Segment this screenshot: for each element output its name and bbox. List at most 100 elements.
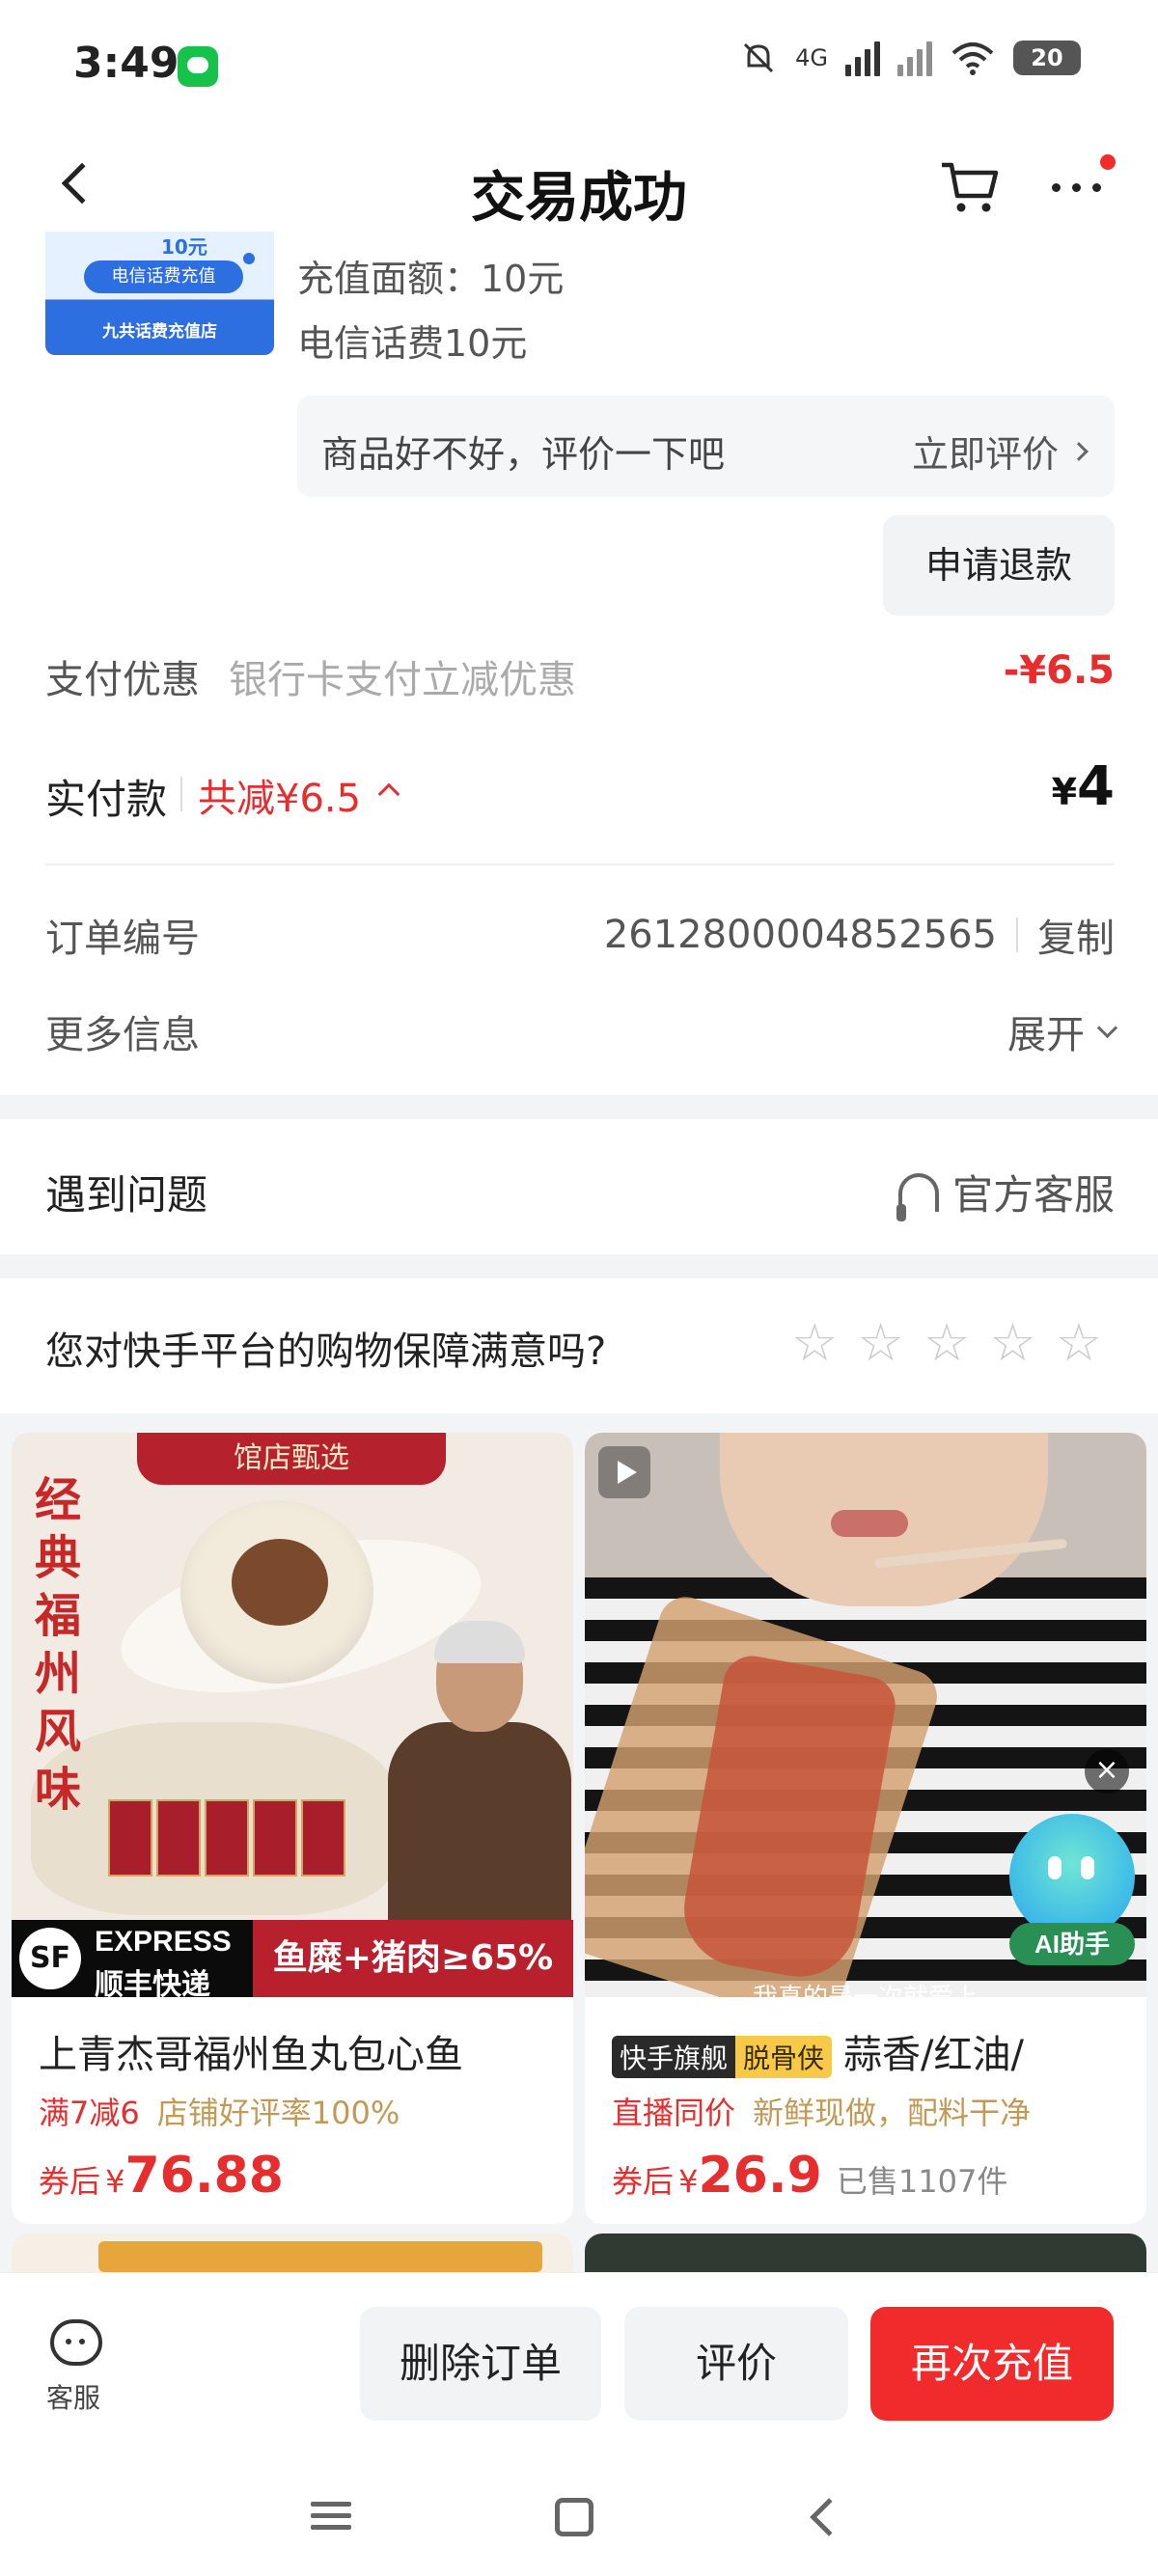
package-box [108, 1799, 152, 1877]
copy-button[interactable]: 复制 [1037, 907, 1115, 963]
rating-tag: 店铺好评率100% [156, 2095, 400, 2131]
paid-total: ¥4 [1052, 755, 1115, 818]
more-info-row: 更多信息 展开 [45, 1003, 1118, 1061]
product-video[interactable]: × AI助手 我真的是一次就爱上 [585, 1433, 1146, 1997]
order-number-label: 订单编号 [45, 917, 200, 961]
star-icon[interactable]: ☆ [924, 1317, 970, 1369]
status-icons: 4G 20 [739, 39, 1081, 77]
delete-order-button[interactable]: 删除订单 [360, 2307, 601, 2421]
paid-amount: 4 [1077, 755, 1115, 818]
message-icon [178, 46, 218, 87]
promo-tag: 直播同价 [612, 2095, 736, 2131]
product-card-peek[interactable] [585, 2233, 1146, 2272]
product-title-text: 蒜香/红油/ [843, 2033, 1024, 2077]
expand-label: 展开 [1007, 1013, 1085, 1057]
divider [180, 777, 182, 811]
official-service-link[interactable]: 官方客服 [896, 1163, 1115, 1221]
home-icon[interactable] [555, 2498, 593, 2536]
review-prompt[interactable]: 商品好不好，评价一下吧 立即评价 [297, 396, 1115, 497]
chevron-right-icon [1069, 441, 1089, 461]
package-box [253, 1799, 297, 1877]
paid-saved[interactable]: 共减¥6.5 [198, 767, 361, 823]
product-title[interactable]: 快手旗舰 脱骨侠 蒜香/红油/ [612, 2023, 1024, 2079]
play-icon[interactable] [598, 1446, 650, 1498]
divider [45, 863, 1115, 865]
ingredient-banner: 鱼糜+猪肉≥65% [253, 1920, 573, 1997]
divider [1016, 918, 1018, 952]
spec-name: 电信话费10元 [297, 322, 528, 365]
spokesperson-figure [388, 1621, 571, 1954]
selection-banner: 馆店甄选 [137, 1433, 446, 1485]
chevron-up-icon[interactable] [377, 782, 400, 806]
product-title[interactable]: 上青杰哥福州鱼丸包心鱼 [39, 2023, 463, 2079]
recent-apps-icon[interactable] [311, 2502, 351, 2531]
cart-icon[interactable] [938, 159, 1000, 217]
package-box [301, 1799, 345, 1877]
ai-assistant-icon[interactable] [1009, 1814, 1135, 1939]
price-currency: ¥ [105, 2163, 125, 2200]
no-signal-icon [897, 40, 932, 76]
customer-service-icon[interactable] [50, 2319, 102, 2366]
spec-amount: 充值面额：10元 [297, 258, 565, 300]
product-price: 券后 ¥76.88 [39, 2147, 284, 2205]
product-card[interactable]: 馆店甄选 经典福州风味 SF EXPRESS 顺丰快递 鱼糜+猪肉≥65% 上青… [12, 1433, 573, 2224]
system-back-icon[interactable] [810, 2498, 848, 2536]
sold-count: 已售1107件 [836, 2163, 1008, 2200]
star-icon[interactable]: ☆ [791, 1317, 838, 1369]
star-icon[interactable]: ☆ [989, 1317, 1035, 1369]
price-value: 76.88 [124, 2147, 284, 2205]
express-en: EXPRESS [95, 1926, 232, 1958]
section-gap [0, 1095, 1158, 1119]
battery-icon: 20 [1013, 41, 1081, 75]
more-icon[interactable] [1052, 183, 1101, 192]
status-bar: 3:49 4G 20 [0, 0, 1158, 130]
customer-service-label[interactable]: 客服 [46, 2377, 100, 2416]
product-tags: 直播同价 新鲜现做，配料干净 [612, 2089, 1031, 2133]
lips-shape [831, 1510, 908, 1537]
fishball-filling [232, 1539, 328, 1626]
review-now-link[interactable]: 立即评价 [912, 425, 1089, 478]
star-icon[interactable]: ☆ [857, 1317, 903, 1369]
payment-discount-value: -¥6.5 [1003, 648, 1115, 693]
package-box [205, 1799, 249, 1877]
evaluate-button[interactable]: 评价 [624, 2307, 848, 2421]
thumb-pill: 电信话费充值 [84, 260, 243, 293]
survey-question: 您对快手平台的购物保障满意吗? [45, 1329, 607, 1374]
signal-icon [845, 40, 880, 76]
paid-row: 实付款 共减¥6.5 ¥4 [45, 755, 1115, 825]
price-currency: ¥ [678, 2163, 699, 2200]
thumb-value: 10元 [161, 235, 207, 259]
ai-assistant-label[interactable]: AI助手 [1009, 1923, 1135, 1965]
feature-tag: 新鲜现做，配料干净 [753, 2095, 1032, 2131]
star-icon[interactable]: ☆ [1056, 1317, 1102, 1369]
thumb-shop: 九共话费充值店 [102, 322, 217, 342]
star-rating[interactable]: ☆ ☆ ☆ ☆ ☆ [791, 1317, 1102, 1369]
expand-button[interactable]: 展开 [1007, 1003, 1118, 1059]
payment-discount-label: 支付优惠 [45, 658, 200, 702]
wifi-icon [951, 42, 994, 75]
brand-badge: 脱骨侠 [735, 2036, 833, 2078]
refund-button[interactable]: 申请退款 [883, 515, 1115, 616]
payment-discount-desc: 银行卡支付立减优惠 [229, 658, 576, 702]
product-card[interactable]: × AI助手 我真的是一次就爱上 快手旗舰脱骨侠蒜香/红油/ 直播同价新鲜现做，… [585, 1433, 1146, 2224]
official-service-label: 官方客服 [951, 1171, 1115, 1219]
recharge-again-button[interactable]: 再次充值 [870, 2307, 1114, 2421]
price-prefix: 券后 [39, 2163, 101, 2200]
price-value: 26.9 [698, 2147, 822, 2205]
flagship-badge: 快手旗舰 [612, 2036, 736, 2078]
video-subtitle: 我真的是一次就爱上 [585, 1978, 1146, 1997]
price-prefix: 券后 [612, 2163, 675, 2200]
close-icon[interactable]: × [1085, 1749, 1129, 1794]
sf-logo-icon: SF [19, 1928, 81, 1989]
express-cn: 顺丰快递 [95, 1968, 210, 1997]
product-price: 券后 ¥26.9 已售1107件 [612, 2147, 1007, 2205]
product-card-peek[interactable] [12, 2233, 573, 2272]
review-prompt-text: 商品好不好，评价一下吧 [321, 433, 726, 476]
section-gap [0, 1254, 1158, 1278]
more-info-label: 更多信息 [45, 1013, 200, 1057]
product-tags: 满7减6 店铺好评率100% [39, 2089, 400, 2133]
network-type: 4G [795, 44, 828, 71]
vertical-slogan: 经典福州风味 [34, 1473, 81, 1817]
product-image[interactable]: 馆店甄选 经典福州风味 SF EXPRESS 顺丰快递 鱼糜+猪肉≥65% [12, 1433, 573, 1997]
product-thumbnail[interactable]: 10元 电信话费充值 九共话费充值店 [45, 232, 274, 355]
